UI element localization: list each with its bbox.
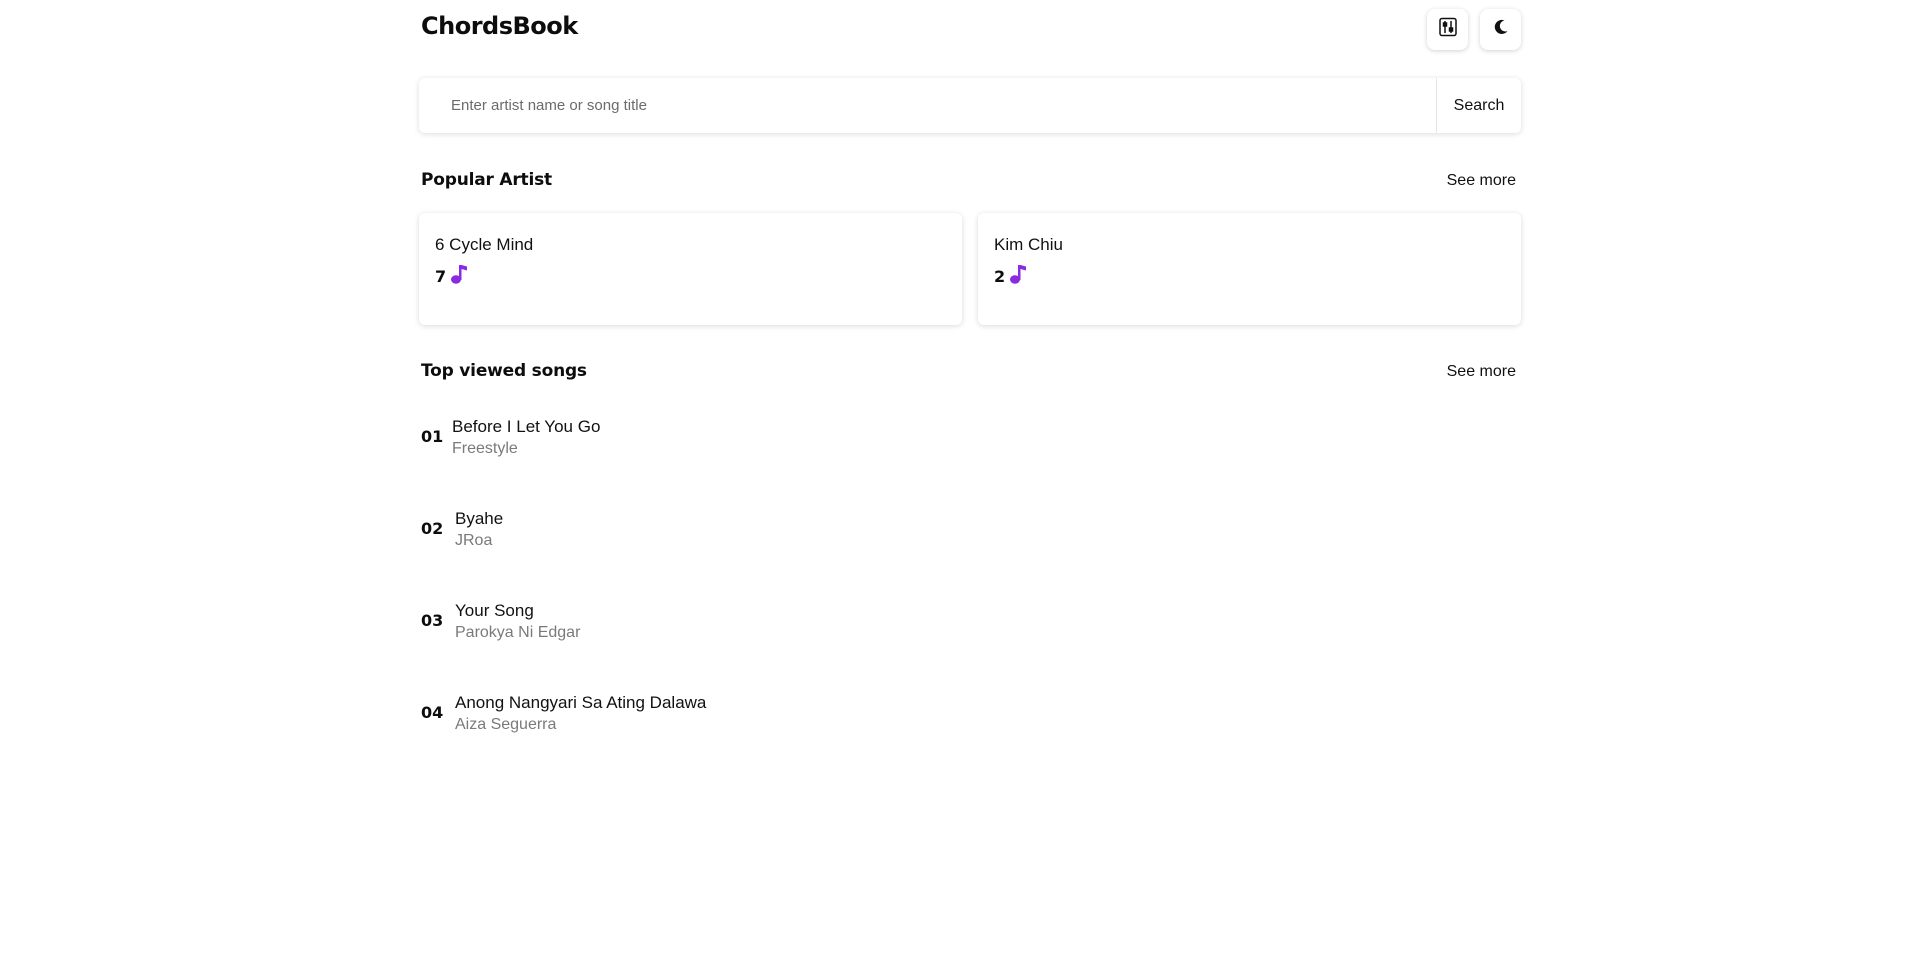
song-list-item[interactable]: 02 Byahe JRoa <box>419 496 1521 588</box>
top-songs-header: Top viewed songs See more <box>419 361 1521 385</box>
popular-artist-see-more-link[interactable]: See more <box>1447 172 1516 190</box>
search-button[interactable]: Search <box>1436 78 1521 133</box>
song-artist: JRoa <box>455 532 493 549</box>
dark-mode-toggle[interactable] <box>1480 9 1521 50</box>
top-songs-title: Top viewed songs <box>421 361 587 381</box>
song-artist: Aiza Seguerra <box>455 716 557 733</box>
music-note-icon <box>1009 263 1027 290</box>
song-list-item[interactable]: 01 Before I Let You Go Freestyle <box>419 404 1521 496</box>
search-bar: Search <box>419 78 1521 133</box>
song-info: Before I Let You Go Freestyle <box>452 416 600 460</box>
song-artist: Parokya Ni Edgar <box>455 624 581 641</box>
music-note-icon <box>450 263 468 290</box>
song-rank: 04 <box>421 703 444 722</box>
song-title: Byahe <box>455 509 504 528</box>
song-list-item[interactable]: 04 Anong Nangyari Sa Ating Dalawa Aiza S… <box>419 680 1521 772</box>
popular-artist-header: Popular Artist See more <box>419 170 1521 194</box>
song-list: 01 Before I Let You Go Freestyle 02 Byah… <box>419 404 1521 772</box>
popular-artist-title: Popular Artist <box>421 170 552 190</box>
artist-song-count: 7 <box>435 263 468 290</box>
song-count-number: 7 <box>435 267 447 286</box>
song-title: Before I Let You Go <box>452 417 601 436</box>
moon-icon <box>1492 18 1510 41</box>
artist-list: 6 Cycle Mind 7 Kim Chiu 2 <box>419 213 1521 325</box>
artist-name: 6 Cycle Mind <box>435 235 534 254</box>
song-info: Byahe JRoa <box>455 508 503 552</box>
song-count-number: 2 <box>994 267 1006 286</box>
artist-name: Kim Chiu <box>994 235 1063 254</box>
song-rank: 01 <box>421 427 444 446</box>
song-artist: Freestyle <box>452 440 518 457</box>
header: ChordsBook <box>419 0 1521 62</box>
sliders-icon <box>1438 17 1458 42</box>
top-songs-see-more-link[interactable]: See more <box>1447 363 1516 381</box>
song-rank: 03 <box>421 611 444 630</box>
song-list-item[interactable]: 03 Your Song Parokya Ni Edgar <box>419 588 1521 680</box>
app-logo[interactable]: ChordsBook <box>421 12 578 40</box>
song-title: Anong Nangyari Sa Ating Dalawa <box>455 693 707 712</box>
song-info: Your Song Parokya Ni Edgar <box>455 600 580 644</box>
song-title: Your Song <box>455 601 534 620</box>
song-info: Anong Nangyari Sa Ating Dalawa Aiza Segu… <box>455 692 706 736</box>
song-rank: 02 <box>421 519 444 538</box>
settings-button[interactable] <box>1427 9 1468 50</box>
page-container: ChordsBook Enter artist name or song tit… <box>419 0 1521 733</box>
artist-song-count: 2 <box>994 263 1027 290</box>
artist-card[interactable]: Kim Chiu 2 <box>978 213 1521 325</box>
header-actions <box>1427 9 1521 50</box>
search-input[interactable] <box>419 78 1436 133</box>
artist-card[interactable]: 6 Cycle Mind 7 <box>419 213 962 325</box>
